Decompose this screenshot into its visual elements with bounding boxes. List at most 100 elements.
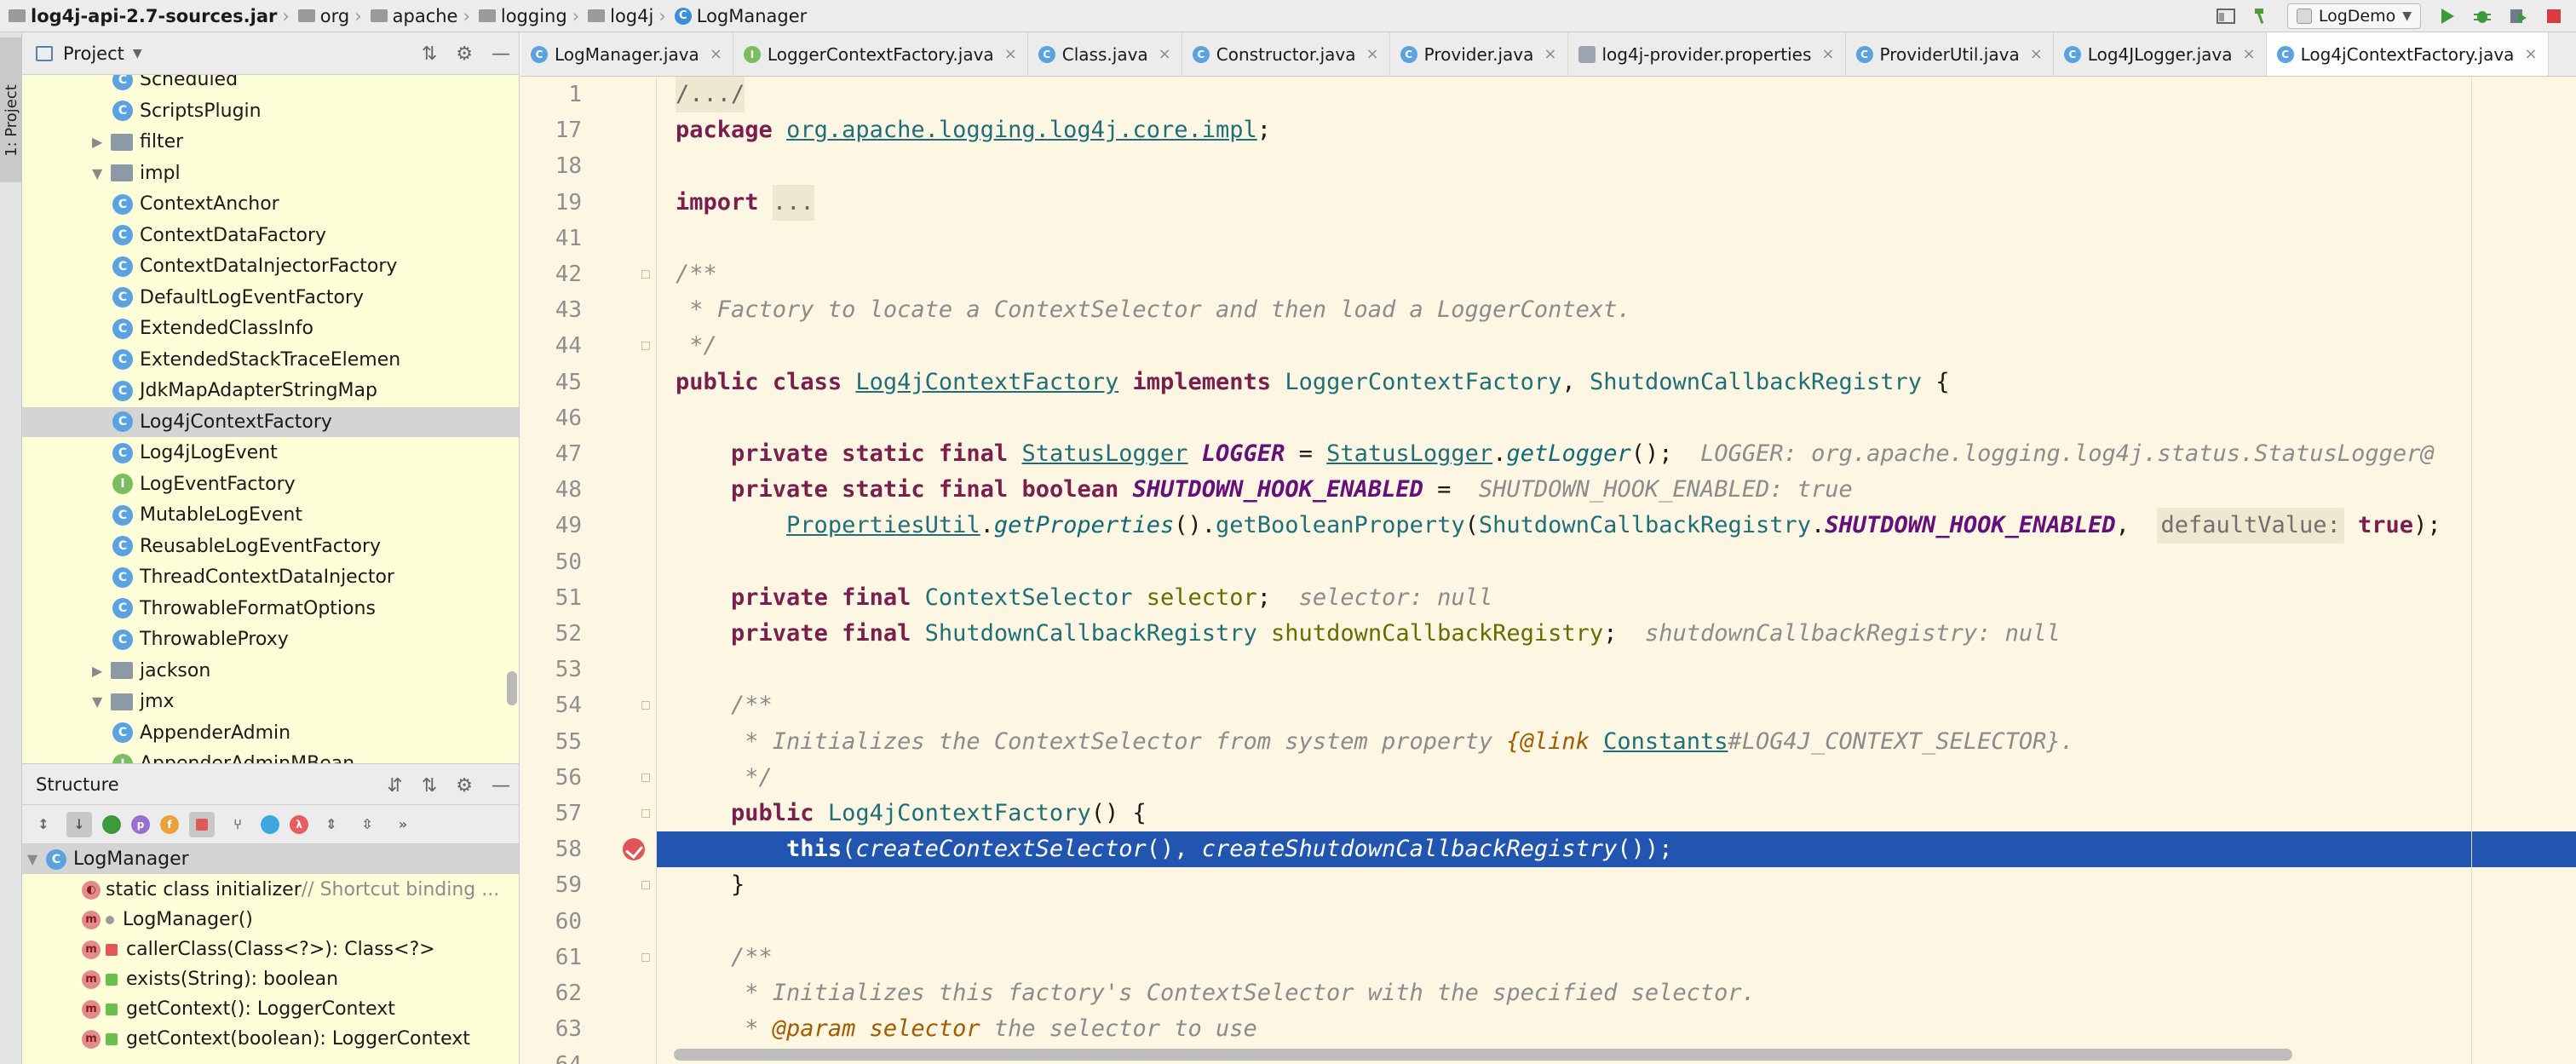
editor-tab[interactable]: C Log4JLogger.java × xyxy=(2054,32,2267,76)
gear-icon[interactable]: ⚙ xyxy=(456,43,473,65)
code-line[interactable]: /** xyxy=(676,687,773,723)
breadcrumb-org[interactable]: › org xyxy=(277,6,349,26)
tree-item[interactable]: ▶ filter xyxy=(22,127,519,157)
sort-alphabetically-icon[interactable]: ↓ xyxy=(66,811,92,837)
editor-tab[interactable]: C ProviderUtil.java × xyxy=(1846,32,2054,76)
code-line[interactable]: */ xyxy=(676,328,717,364)
expand-all-icon[interactable]: ⇵ xyxy=(387,775,402,797)
collapse-all-icon[interactable]: ⇅ xyxy=(422,43,437,65)
structure-item[interactable]: m exists(String): boolean xyxy=(22,964,519,994)
minimize-icon[interactable]: — xyxy=(492,775,510,797)
project-tree[interactable]: C Scheduled C ScriptsPlugin ▶ filter ▼ impl C Con… xyxy=(22,75,519,763)
fold-marker-icon[interactable] xyxy=(641,809,650,818)
editor-tab[interactable]: log4j-provider.properties × xyxy=(1568,32,1846,76)
editor-tab[interactable]: C LogManager.java × xyxy=(520,32,733,76)
tree-item[interactable]: C ContextAnchor xyxy=(22,189,519,219)
chevron-down-icon[interactable]: ▼ xyxy=(92,693,111,710)
horizontal-scrollbar[interactable] xyxy=(674,1049,2292,1061)
tree-item[interactable]: C ThrowableFormatOptions xyxy=(22,594,519,624)
tree-item[interactable]: C Scheduled xyxy=(22,75,519,95)
tree-item[interactable]: C Log4jLogEvent xyxy=(22,438,519,468)
tree-item[interactable]: C DefaultLogEventFactory xyxy=(22,283,519,313)
fold-marker-icon[interactable] xyxy=(641,881,650,890)
breadcrumb-logmanager[interactable]: › C LogManager xyxy=(653,6,807,26)
structure-root[interactable]: ▼ C LogManager xyxy=(22,844,519,874)
structure-item[interactable]: m getContext(): LoggerContext xyxy=(22,994,519,1024)
tree-item[interactable]: C ExtendedStackTraceElemen xyxy=(22,345,519,375)
chevron-down-icon[interactable]: ▼ xyxy=(92,165,111,181)
code-line[interactable]: private final ShutdownCallbackRegistry s… xyxy=(676,616,2061,652)
code-line[interactable]: private final ContextSelector selector; … xyxy=(676,580,1492,616)
structure-item[interactable]: m getContext(boolean): LoggerContext xyxy=(22,1024,519,1054)
code-line[interactable]: * Initializes the ContextSelector from s… xyxy=(676,724,2074,760)
code-line[interactable]: } xyxy=(676,867,745,903)
editor-tab[interactable]: C Class.java × xyxy=(1028,32,1182,76)
run-configuration-select[interactable]: LogDemo ▼ xyxy=(2286,3,2421,29)
code-line[interactable]: /.../ xyxy=(676,77,745,112)
close-icon[interactable]: × xyxy=(1004,45,1017,63)
structure-item[interactable]: ◐ static class initializer // Shortcut bi… xyxy=(22,875,519,905)
code-line[interactable]: public Log4jContextFactory() { xyxy=(676,796,1147,831)
code-line[interactable]: /** xyxy=(676,940,773,975)
tab-overflow-icon[interactable] xyxy=(2549,32,2576,76)
collapse-icon[interactable]: ⇳ xyxy=(354,812,380,837)
gear-icon[interactable]: ⚙ xyxy=(456,775,473,797)
code-line[interactable]: */ xyxy=(676,760,773,796)
lambda-icon[interactable]: λ xyxy=(290,814,308,834)
tree-item[interactable]: C MutableLogEvent xyxy=(22,500,519,530)
tree-item[interactable]: C ScriptsPlugin xyxy=(22,96,519,126)
code-line[interactable]: * Initializes this factory's ContextSele… xyxy=(676,975,1756,1011)
code-line[interactable]: this(createContextSelector(), createShut… xyxy=(676,831,1672,867)
fold-marker-icon[interactable] xyxy=(641,270,650,279)
structure-item[interactable]: m LogManager() xyxy=(22,905,519,935)
debug-icon[interactable] xyxy=(2472,6,2493,26)
editor-tab[interactable]: C Provider.java × xyxy=(1390,32,1568,76)
run-icon[interactable] xyxy=(2436,6,2457,26)
fold-marker-icon[interactable] xyxy=(641,701,650,710)
vertical-scrollbar[interactable] xyxy=(507,671,517,705)
breadcrumb-logging[interactable]: › logging xyxy=(457,6,566,26)
chevron-right-icon[interactable]: ▶ xyxy=(92,663,111,679)
code-line[interactable]: private static final StatusLogger LOGGER… xyxy=(676,436,2435,472)
code-line[interactable]: import ... xyxy=(676,184,814,221)
chevron-down-icon[interactable]: ▼ xyxy=(27,851,46,867)
close-icon[interactable]: × xyxy=(1366,45,1379,63)
breadcrumb-apache[interactable]: › apache xyxy=(349,6,457,26)
editor-tab[interactable]: I LoggerContextFactory.java × xyxy=(733,32,1028,76)
code-line[interactable]: * Factory to locate a ContextSelector an… xyxy=(676,292,1630,328)
build-hammer-icon[interactable] xyxy=(2251,6,2272,26)
tree-item[interactable]: ▼ impl xyxy=(22,158,519,188)
close-icon[interactable]: × xyxy=(1821,45,1834,63)
stop-icon[interactable] xyxy=(2544,6,2564,26)
structure-item[interactable]: m callerClass(Class<?>): Class<?> xyxy=(22,935,519,964)
collapse-all-icon[interactable]: ⇅ xyxy=(422,775,437,797)
editor-tab[interactable]: C Log4jContextFactory.java × xyxy=(2266,32,2549,76)
tree-item[interactable]: C ExtendedClassInfo xyxy=(22,313,519,343)
editor-tab[interactable]: C Constructor.java × xyxy=(1182,32,1390,76)
code-line[interactable]: package org.apache.logging.log4j.core.im… xyxy=(676,112,1271,148)
close-icon[interactable]: × xyxy=(2243,45,2256,63)
fold-marker-icon[interactable] xyxy=(641,952,650,962)
close-icon[interactable]: × xyxy=(2030,45,2043,63)
tree-item[interactable]: C JdkMapAdapterStringMap xyxy=(22,376,519,405)
run-with-coverage-icon[interactable] xyxy=(2508,6,2528,26)
more-icon[interactable]: » xyxy=(390,812,416,837)
code-line[interactable]: private static final boolean SHUTDOWN_HO… xyxy=(676,472,1853,508)
breadcrumb-log4j[interactable]: › log4j xyxy=(567,6,654,26)
close-icon[interactable]: × xyxy=(1159,45,1171,63)
tree-item[interactable]: C Log4jContextFactory xyxy=(22,406,519,437)
code-line[interactable]: PropertiesUtil.getProperties().getBoolea… xyxy=(676,508,2441,544)
expand-icon[interactable]: ⇕ xyxy=(319,812,344,837)
window-icon[interactable] xyxy=(2216,6,2236,26)
tree-item[interactable]: I LogEventFactory xyxy=(22,469,519,499)
code-line[interactable]: public class Log4jContextFactory impleme… xyxy=(676,365,1950,400)
show-inherited-icon[interactable] xyxy=(102,814,121,834)
close-icon[interactable]: × xyxy=(710,45,722,63)
tree-item[interactable]: C AppenderAdmin xyxy=(22,718,519,748)
close-icon[interactable]: × xyxy=(1544,45,1556,63)
fold-marker-icon[interactable] xyxy=(641,342,650,351)
breakpoint-icon[interactable] xyxy=(623,838,645,861)
tree-item[interactable]: C ContextDataFactory xyxy=(22,221,519,250)
show-properties-icon[interactable]: p xyxy=(131,814,150,834)
project-tool-window-tab[interactable]: 1: Project xyxy=(0,37,22,182)
